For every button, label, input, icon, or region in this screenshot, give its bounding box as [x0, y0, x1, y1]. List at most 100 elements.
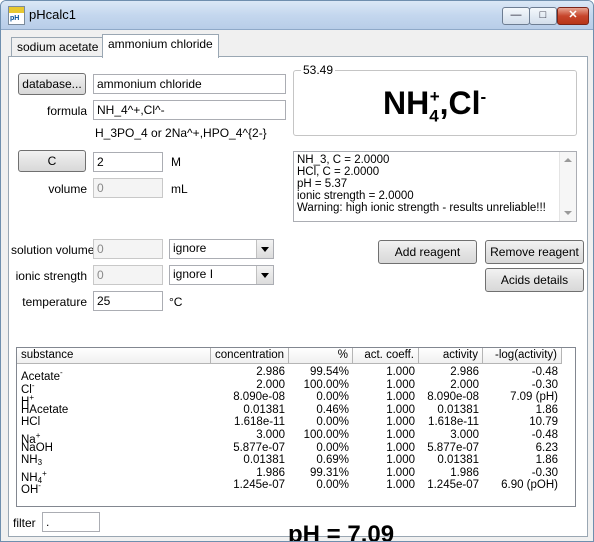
column-header[interactable]: substance: [17, 348, 211, 364]
chevron-down-icon[interactable]: [256, 240, 273, 258]
substance-charge: -: [60, 368, 63, 377]
conc-cell: 2.986: [256, 366, 285, 378]
client-area: sodium acetate ammonium chloride databas…: [6, 31, 588, 541]
act-cell: 1.245e-07: [427, 479, 479, 492]
volume-mode-select[interactable]: ignore: [169, 239, 274, 259]
formula-sup2: -: [480, 87, 487, 107]
substance-cell: NH4+: [21, 467, 47, 485]
substance-cell: Na+: [21, 429, 41, 446]
maximize-button[interactable]: □: [529, 7, 557, 25]
substance-cell: OH-: [21, 479, 41, 496]
formula-display: NH4+,Cl-: [383, 85, 486, 126]
conc-cell: 2.000: [256, 378, 285, 391]
substance-cell: Cl-: [21, 379, 35, 396]
scroll-down-icon[interactable]: [564, 211, 572, 215]
info-line: pH = 5.37: [297, 178, 348, 190]
temperature-label: temperature: [22, 295, 87, 309]
act-cell: 2.000: [450, 378, 479, 391]
info-line: NH_3, C = 2.0000: [297, 154, 390, 166]
coeff-cell: 1.000: [386, 466, 415, 479]
conc-cell: 8.090e-08: [233, 391, 285, 404]
close-button[interactable]: ✕: [557, 7, 589, 25]
ionic-strength-input[interactable]: 0: [93, 265, 163, 285]
conc-cell: 1.245e-07: [233, 479, 285, 492]
volume-input[interactable]: 0: [93, 178, 163, 198]
substance-charge: +: [35, 431, 41, 440]
log-cell: -0.30: [531, 378, 558, 391]
results-table[interactable]: substance concentration % act. coeff. ac…: [16, 347, 576, 507]
column-header[interactable]: -log(activity): [483, 348, 562, 364]
substance-cell: H+: [21, 391, 34, 408]
ionic-mode-select[interactable]: ignore I: [169, 265, 274, 285]
column-header[interactable]: %: [289, 348, 353, 364]
database-button[interactable]: database...: [18, 73, 86, 95]
log-cell: 10.79: [529, 416, 558, 429]
pct-cell: 0.00%: [316, 479, 349, 492]
log-cell: 7.09 (pH): [510, 391, 558, 404]
log-cell: -0.30: [531, 466, 558, 479]
conc-cell: 5.877e-07: [233, 441, 285, 454]
tab-sodium-acetate[interactable]: sodium acetate: [11, 37, 105, 58]
coeff-cell: 1.000: [386, 429, 415, 441]
concentration-button[interactable]: C: [18, 150, 86, 172]
pct-cell: 100.00%: [303, 378, 349, 391]
column-header[interactable]: concentration: [211, 348, 289, 364]
minimize-button[interactable]: —: [502, 7, 530, 25]
title-bar[interactable]: pH pHcalc1 — □ ✕: [1, 1, 593, 30]
coeff-cell: 1.000: [386, 454, 415, 467]
act-cell: 2.986: [450, 366, 479, 378]
pct-cell: 0.00%: [316, 416, 349, 429]
acids-details-button[interactable]: Acids details: [485, 268, 584, 292]
act-cell: 0.01381: [437, 454, 479, 467]
tab-ammonium-chloride[interactable]: ammonium chloride: [102, 34, 219, 58]
coeff-cell: 1.000: [386, 416, 415, 429]
scroll-up-icon[interactable]: [564, 158, 572, 162]
concentration-unit: M: [171, 155, 181, 169]
substance-name: HAcetate: [21, 403, 69, 416]
substance-cell: HAcetate: [21, 404, 68, 417]
log-cell: 6.23: [535, 441, 558, 454]
formula-hint: H_3PO_4 or 2Na^+,HPO_4^{2-}: [95, 126, 267, 140]
coeff-cell: 1.000: [386, 441, 415, 454]
solution-volume-input[interactable]: 0: [93, 239, 163, 259]
substance-cell: NaOH: [21, 442, 53, 455]
chevron-down-icon[interactable]: [256, 266, 273, 284]
tab-panel: database... ammonium chloride formula NH…: [8, 56, 588, 541]
pct-cell: 0.46%: [316, 403, 349, 416]
act-cell: 0.01381: [437, 403, 479, 416]
temperature-unit: °C: [169, 295, 183, 309]
add-reagent-button[interactable]: Add reagent: [378, 240, 477, 264]
filter-input[interactable]: .: [42, 512, 100, 532]
filter-label: filter: [13, 516, 36, 530]
concentration-input[interactable]: 2: [93, 152, 163, 172]
info-memo[interactable]: NH_3, C = 2.0000 HCl, C = 2.0000 pH = 5.…: [293, 151, 577, 222]
ionic-strength-label: ionic strength: [15, 269, 87, 283]
column-header[interactable]: activity: [419, 348, 483, 364]
conc-cell: 1.986: [256, 466, 285, 479]
coeff-cell: 1.000: [386, 378, 415, 391]
coeff-cell: 1.000: [386, 403, 415, 416]
column-header[interactable]: act. coeff.: [353, 348, 419, 364]
info-scrollbar[interactable]: [559, 152, 576, 221]
pct-cell: 0.00%: [316, 441, 349, 454]
substance-name: OH: [21, 484, 39, 497]
temperature-input[interactable]: 25: [93, 291, 163, 311]
conc-cell: 0.01381: [243, 454, 285, 467]
substance-name: NaOH: [21, 441, 53, 454]
info-line: HCl, C = 2.0000: [297, 166, 380, 178]
formula-display-group: 53.49 NH4+,Cl-: [293, 63, 577, 136]
pct-cell: 0.00%: [316, 391, 349, 404]
remove-reagent-button[interactable]: Remove reagent: [485, 240, 584, 264]
formula-base: NH: [383, 85, 430, 121]
solution-volume-label: solution volume: [11, 243, 95, 257]
volume-unit: mL: [171, 182, 188, 196]
ionic-mode-value: ignore I: [173, 267, 214, 281]
pct-cell: 99.54%: [309, 366, 349, 378]
info-lines: NH_3, C = 2.0000 HCl, C = 2.0000 pH = 5.…: [294, 152, 576, 214]
reagent-name-input[interactable]: ammonium chloride: [93, 74, 286, 94]
pct-cell: 0.69%: [316, 454, 349, 467]
substance-name: NH: [21, 454, 38, 467]
substance-charge: +: [29, 393, 34, 403]
conc-cell: 3.000: [256, 429, 285, 441]
formula-input[interactable]: NH_4^+,Cl^-: [93, 100, 286, 120]
